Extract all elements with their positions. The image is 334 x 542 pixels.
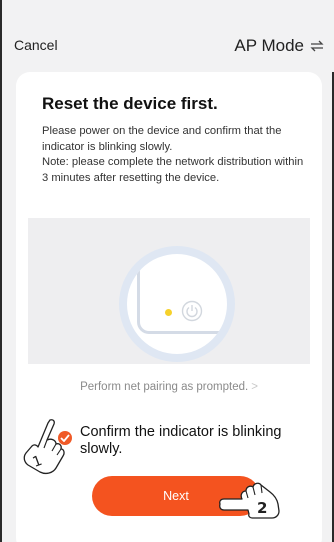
device-illustration [28, 218, 310, 364]
switch-arrows-icon [310, 40, 324, 52]
header-bar: Cancel AP Mode [2, 0, 334, 72]
ap-mode-label: AP Mode [234, 36, 304, 55]
step2-number: 2 [257, 499, 267, 517]
cancel-button[interactable]: Cancel [14, 37, 58, 53]
instructions-text: Please power on the device and confirm t… [42, 125, 304, 184]
indicator-led-icon [165, 309, 172, 316]
pointing-hand-icon-step2: 2 [219, 482, 280, 519]
ap-mode-switch[interactable]: AP Mode [234, 36, 324, 56]
pointing-hand-icon-step1: 1 [23, 419, 65, 475]
screen-frame: Cancel AP Mode Reset the device first. P… [0, 0, 334, 542]
device-face [127, 254, 227, 354]
chevron-right-icon: > [251, 381, 258, 393]
net-pairing-link[interactable]: Perform net pairing as prompted. > [16, 381, 322, 393]
net-pairing-text: Perform net pairing as prompted. [80, 381, 249, 393]
device-outline [137, 254, 227, 334]
power-icon [181, 300, 203, 322]
confirm-indicator-label: Confirm the indicator is blinking slowly… [80, 424, 282, 457]
page-title: Reset the device first. [42, 94, 218, 113]
device-halo [119, 246, 235, 362]
confirm-indicator-checkbox[interactable]: Confirm the indicator is blinking slowly… [58, 424, 308, 458]
